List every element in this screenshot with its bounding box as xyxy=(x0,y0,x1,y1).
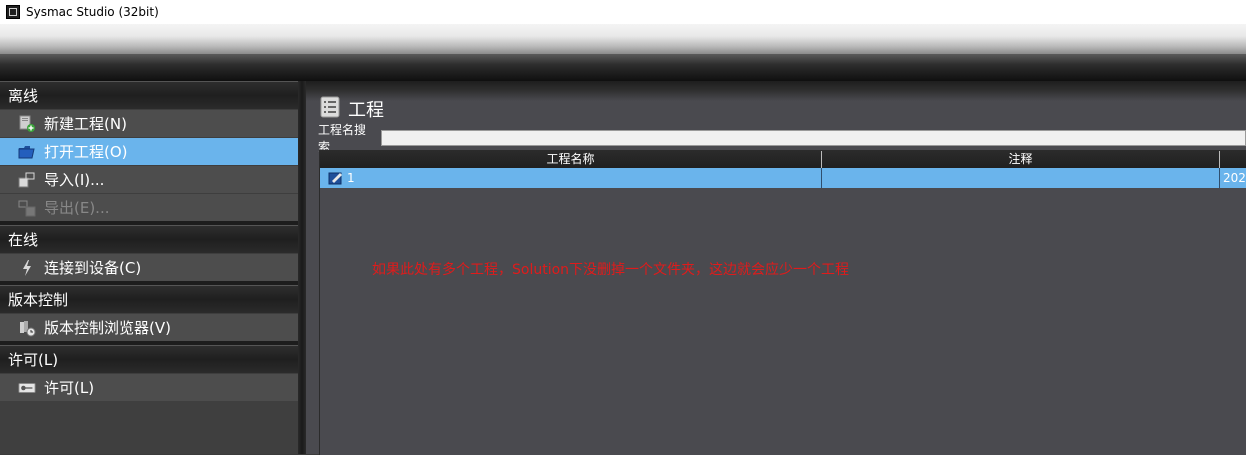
project-file-icon xyxy=(328,171,344,185)
ribbon-band xyxy=(0,24,1246,54)
menu-item-import[interactable]: 导入(I)... xyxy=(0,165,298,193)
document-list-icon xyxy=(320,96,340,122)
menu-item-label: 版本控制浏览器(V) xyxy=(44,318,171,337)
menu-item-label: 许可(L) xyxy=(44,378,95,397)
column-header-date[interactable] xyxy=(1220,151,1246,168)
window-title: Sysmac Studio (32bit) xyxy=(26,5,159,19)
panel-title: 工程 xyxy=(348,100,384,121)
app-icon xyxy=(6,5,20,19)
project-name-search-input[interactable] xyxy=(380,130,1246,146)
menu-item-label: 新建工程(N) xyxy=(44,114,127,133)
toolbar-band xyxy=(0,54,1246,81)
section-header-offline: 离线 xyxy=(0,81,298,109)
cell-comment xyxy=(822,168,1220,188)
table-row[interactable]: 1 202 xyxy=(320,168,1246,188)
new-project-icon xyxy=(18,115,36,133)
menu-item-label: 打开工程(O) xyxy=(44,142,128,161)
project-table: 工程名称 注释 1 202 xyxy=(319,150,1246,455)
menu-item-label: 导入(I)... xyxy=(44,170,105,189)
section-header-online: 在线 xyxy=(0,225,298,253)
lightning-icon xyxy=(18,259,36,277)
menu-item-connect-device[interactable]: 连接到设备(C) xyxy=(0,253,298,281)
menu-item-version-control-browser[interactable]: 版本控制浏览器(V) xyxy=(0,313,298,341)
menu-item-export[interactable]: 导出(E)... xyxy=(0,193,298,221)
version-control-icon xyxy=(18,319,36,337)
open-folder-icon xyxy=(18,143,36,161)
annotation-note: 如果此处有多个工程，Solution下没删掉一个文件夹，这边就会应少一个工程 xyxy=(372,262,850,278)
column-header-comment[interactable]: 注释 xyxy=(822,151,1220,168)
section-header-license: 许可(L) xyxy=(0,345,298,373)
project-name-text: 1 xyxy=(347,171,355,185)
panel-divider[interactable] xyxy=(298,81,306,454)
menu-item-label: 导出(E)... xyxy=(44,198,110,217)
menu-item-license[interactable]: 许可(L) xyxy=(0,373,298,401)
section-header-version-control: 版本控制 xyxy=(0,285,298,313)
cell-date: 202 xyxy=(1223,171,1246,185)
menu-item-open-project[interactable]: 打开工程(O) xyxy=(0,137,298,165)
table-header: 工程名称 注释 xyxy=(320,151,1246,168)
import-icon xyxy=(18,171,36,189)
title-bar: Sysmac Studio (32bit) xyxy=(0,0,1246,24)
menu-item-new-project[interactable]: 新建工程(N) xyxy=(0,109,298,137)
export-icon xyxy=(18,199,36,217)
cell-project-name: 1 xyxy=(320,168,822,188)
column-header-project-name[interactable]: 工程名称 xyxy=(320,151,822,168)
start-menu-panel: 离线 新建工程(N) 打开工程(O) 导入(I)... 导出(E)... 在线 … xyxy=(0,81,298,454)
menu-item-label: 连接到设备(C) xyxy=(44,258,142,277)
key-icon xyxy=(18,379,36,397)
search-row: 工程名搜索 xyxy=(318,123,1246,154)
